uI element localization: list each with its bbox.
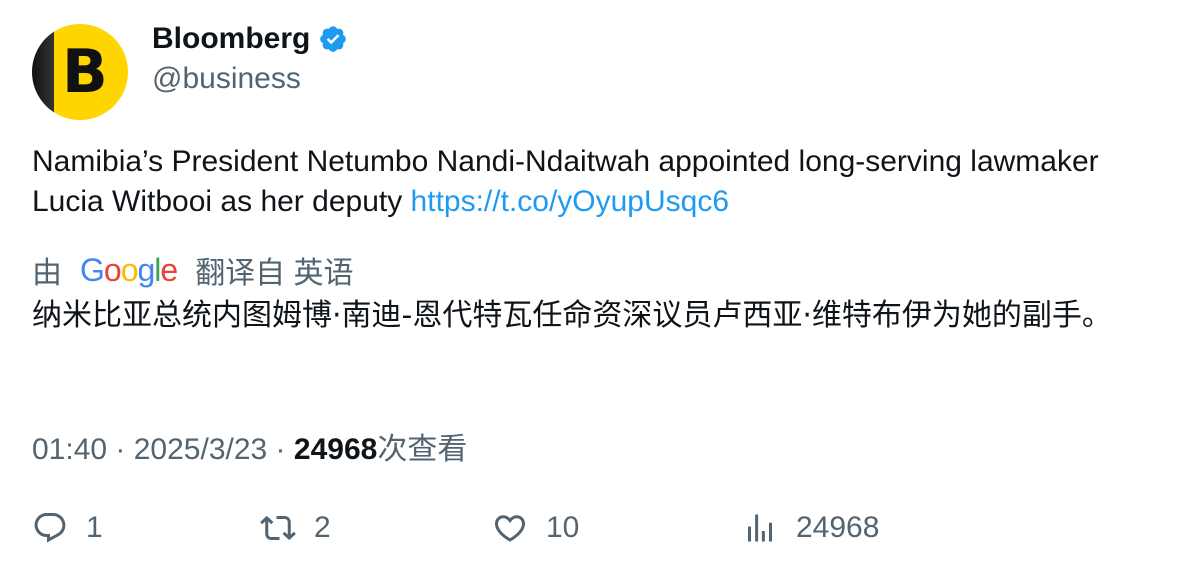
author-name-row: Bloomberg xyxy=(152,22,348,56)
tweet-date[interactable]: 2025/3/23 xyxy=(134,433,267,466)
views-button[interactable]: 24968 xyxy=(742,510,879,546)
reply-icon xyxy=(34,513,66,543)
avatar-dark-strip xyxy=(32,24,54,120)
author-name[interactable]: Bloomberg xyxy=(152,22,310,56)
meta-separator-1: · xyxy=(107,433,134,466)
views-count: 24968 xyxy=(796,511,880,544)
view-count-label: 次查看 xyxy=(377,433,468,466)
tweet-meta: 01:40 · 2025/3/23 · 24968次查看 xyxy=(32,424,467,468)
translation-attribution: 由 Google 翻译自 英语 xyxy=(32,248,354,292)
retweet-count: 2 xyxy=(314,511,331,544)
avatar-letter: B xyxy=(62,37,108,107)
tweet-link[interactable]: https://t.co/yOyupUsqc6 xyxy=(411,185,729,218)
analytics-icon xyxy=(748,514,772,542)
action-bar: 1 2 10 24968 xyxy=(32,510,1172,560)
retweet-icon xyxy=(260,515,296,541)
like-button[interactable]: 10 xyxy=(492,510,579,546)
tweet-time[interactable]: 01:40 xyxy=(32,433,107,466)
tweet-text: Namibia’s President Netumbo Nandi-Ndaitw… xyxy=(32,142,1162,222)
like-count: 10 xyxy=(546,511,580,544)
meta-separator-2: · xyxy=(267,433,294,466)
translation-suffix: 翻译自 英语 xyxy=(195,257,354,290)
author-handle[interactable]: @business xyxy=(152,62,301,96)
view-count: 24968 xyxy=(293,433,378,466)
verified-badge-icon xyxy=(320,26,347,52)
translated-text: 纳米比亚总统内图姆博·南迪-恩代特瓦任命资深议员卢西亚·维特布伊为她的副手。 xyxy=(32,298,1112,333)
reply-button[interactable]: 1 xyxy=(32,510,103,546)
translation-prefix: 由 xyxy=(32,257,62,290)
avatar[interactable]: B xyxy=(32,24,128,120)
reply-count: 1 xyxy=(86,511,103,544)
google-logo[interactable]: Google xyxy=(80,252,178,289)
retweet-button[interactable]: 2 xyxy=(260,510,331,546)
heart-icon xyxy=(494,515,526,542)
